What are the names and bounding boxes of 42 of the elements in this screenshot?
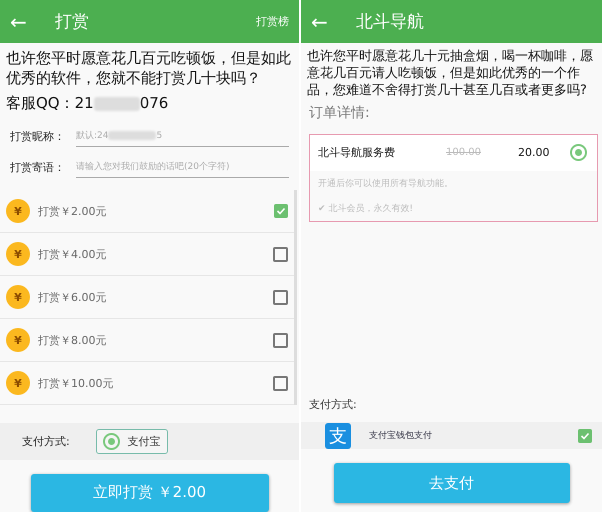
payment-label: 支付方式: — [308, 397, 358, 413]
intro-text: 也许您平时愿意花几百元吃顿饭，但是如此优秀的软件，您就不能打赏几十块吗？ — [5, 48, 292, 88]
qq-text: 076 — [140, 94, 168, 114]
price: 20.00 — [518, 146, 550, 160]
checkbox[interactable] — [578, 428, 592, 442]
tier-label[interactable]: 打赏￥2.00元 — [38, 204, 266, 219]
checkbox[interactable] — [273, 290, 288, 305]
tier-label[interactable]: 打赏￥8.00元 — [38, 332, 265, 348]
page-title: 打赏 — [54, 11, 90, 33]
perk-text: ✔ 北斗会员，永久有效! — [317, 202, 414, 216]
alipay-logo: 支 — [325, 422, 351, 448]
redaction-mark — [94, 96, 140, 111]
intro-text: 也许您平时愿意花几十元抽盒烟，喝一杯咖啡，愿意花几百元请人吃顿饭，但是如此优秀的一个作品，您难道不舍得打赏几十甚至几百或者更多吗? — [306, 48, 594, 100]
qq-text: 客服QQ：21 — [6, 94, 94, 114]
coin-icon: ¥ — [6, 285, 30, 310]
method-label[interactable]: 支付宝钱包支付 — [369, 429, 560, 442]
coin-icon: ¥ — [6, 371, 30, 396]
check-icon — [276, 206, 286, 216]
coin-icon: ¥ — [6, 328, 30, 352]
original-price: 100.00 — [446, 147, 482, 158]
radio-button[interactable] — [570, 144, 587, 162]
payment-label: 支付方式: — [22, 434, 70, 449]
checkbox[interactable] — [273, 376, 288, 391]
coin-icon: ¥ — [6, 242, 30, 266]
section-heading: 订单详情: — [308, 104, 371, 123]
field-label: 打赏昵称： — [10, 128, 66, 144]
check-icon — [580, 430, 590, 440]
tier-label[interactable]: 打赏￥10.00元 — [38, 376, 265, 391]
payment-option[interactable]: 支付宝 — [96, 429, 168, 454]
tier-label[interactable]: 打赏￥6.00元 — [38, 290, 265, 305]
back-button[interactable]: ← — [311, 10, 328, 34]
checkbox[interactable] — [274, 204, 288, 218]
checkbox[interactable] — [273, 332, 288, 348]
description-text: 开通后你可以使用所有导航功能。 — [317, 178, 454, 191]
field-label: 打赏寄语： — [10, 160, 66, 175]
coin-icon: ¥ — [6, 199, 30, 224]
tier-label[interactable]: 打赏￥4.00元 — [38, 246, 265, 262]
leaderboard-link[interactable]: 打赏榜 — [256, 14, 289, 29]
page-title: 北斗导航 — [356, 11, 425, 33]
back-button[interactable]: ← — [10, 10, 27, 34]
checkbox[interactable] — [273, 246, 288, 262]
item-name: 北斗导航服务费 — [318, 145, 396, 160]
